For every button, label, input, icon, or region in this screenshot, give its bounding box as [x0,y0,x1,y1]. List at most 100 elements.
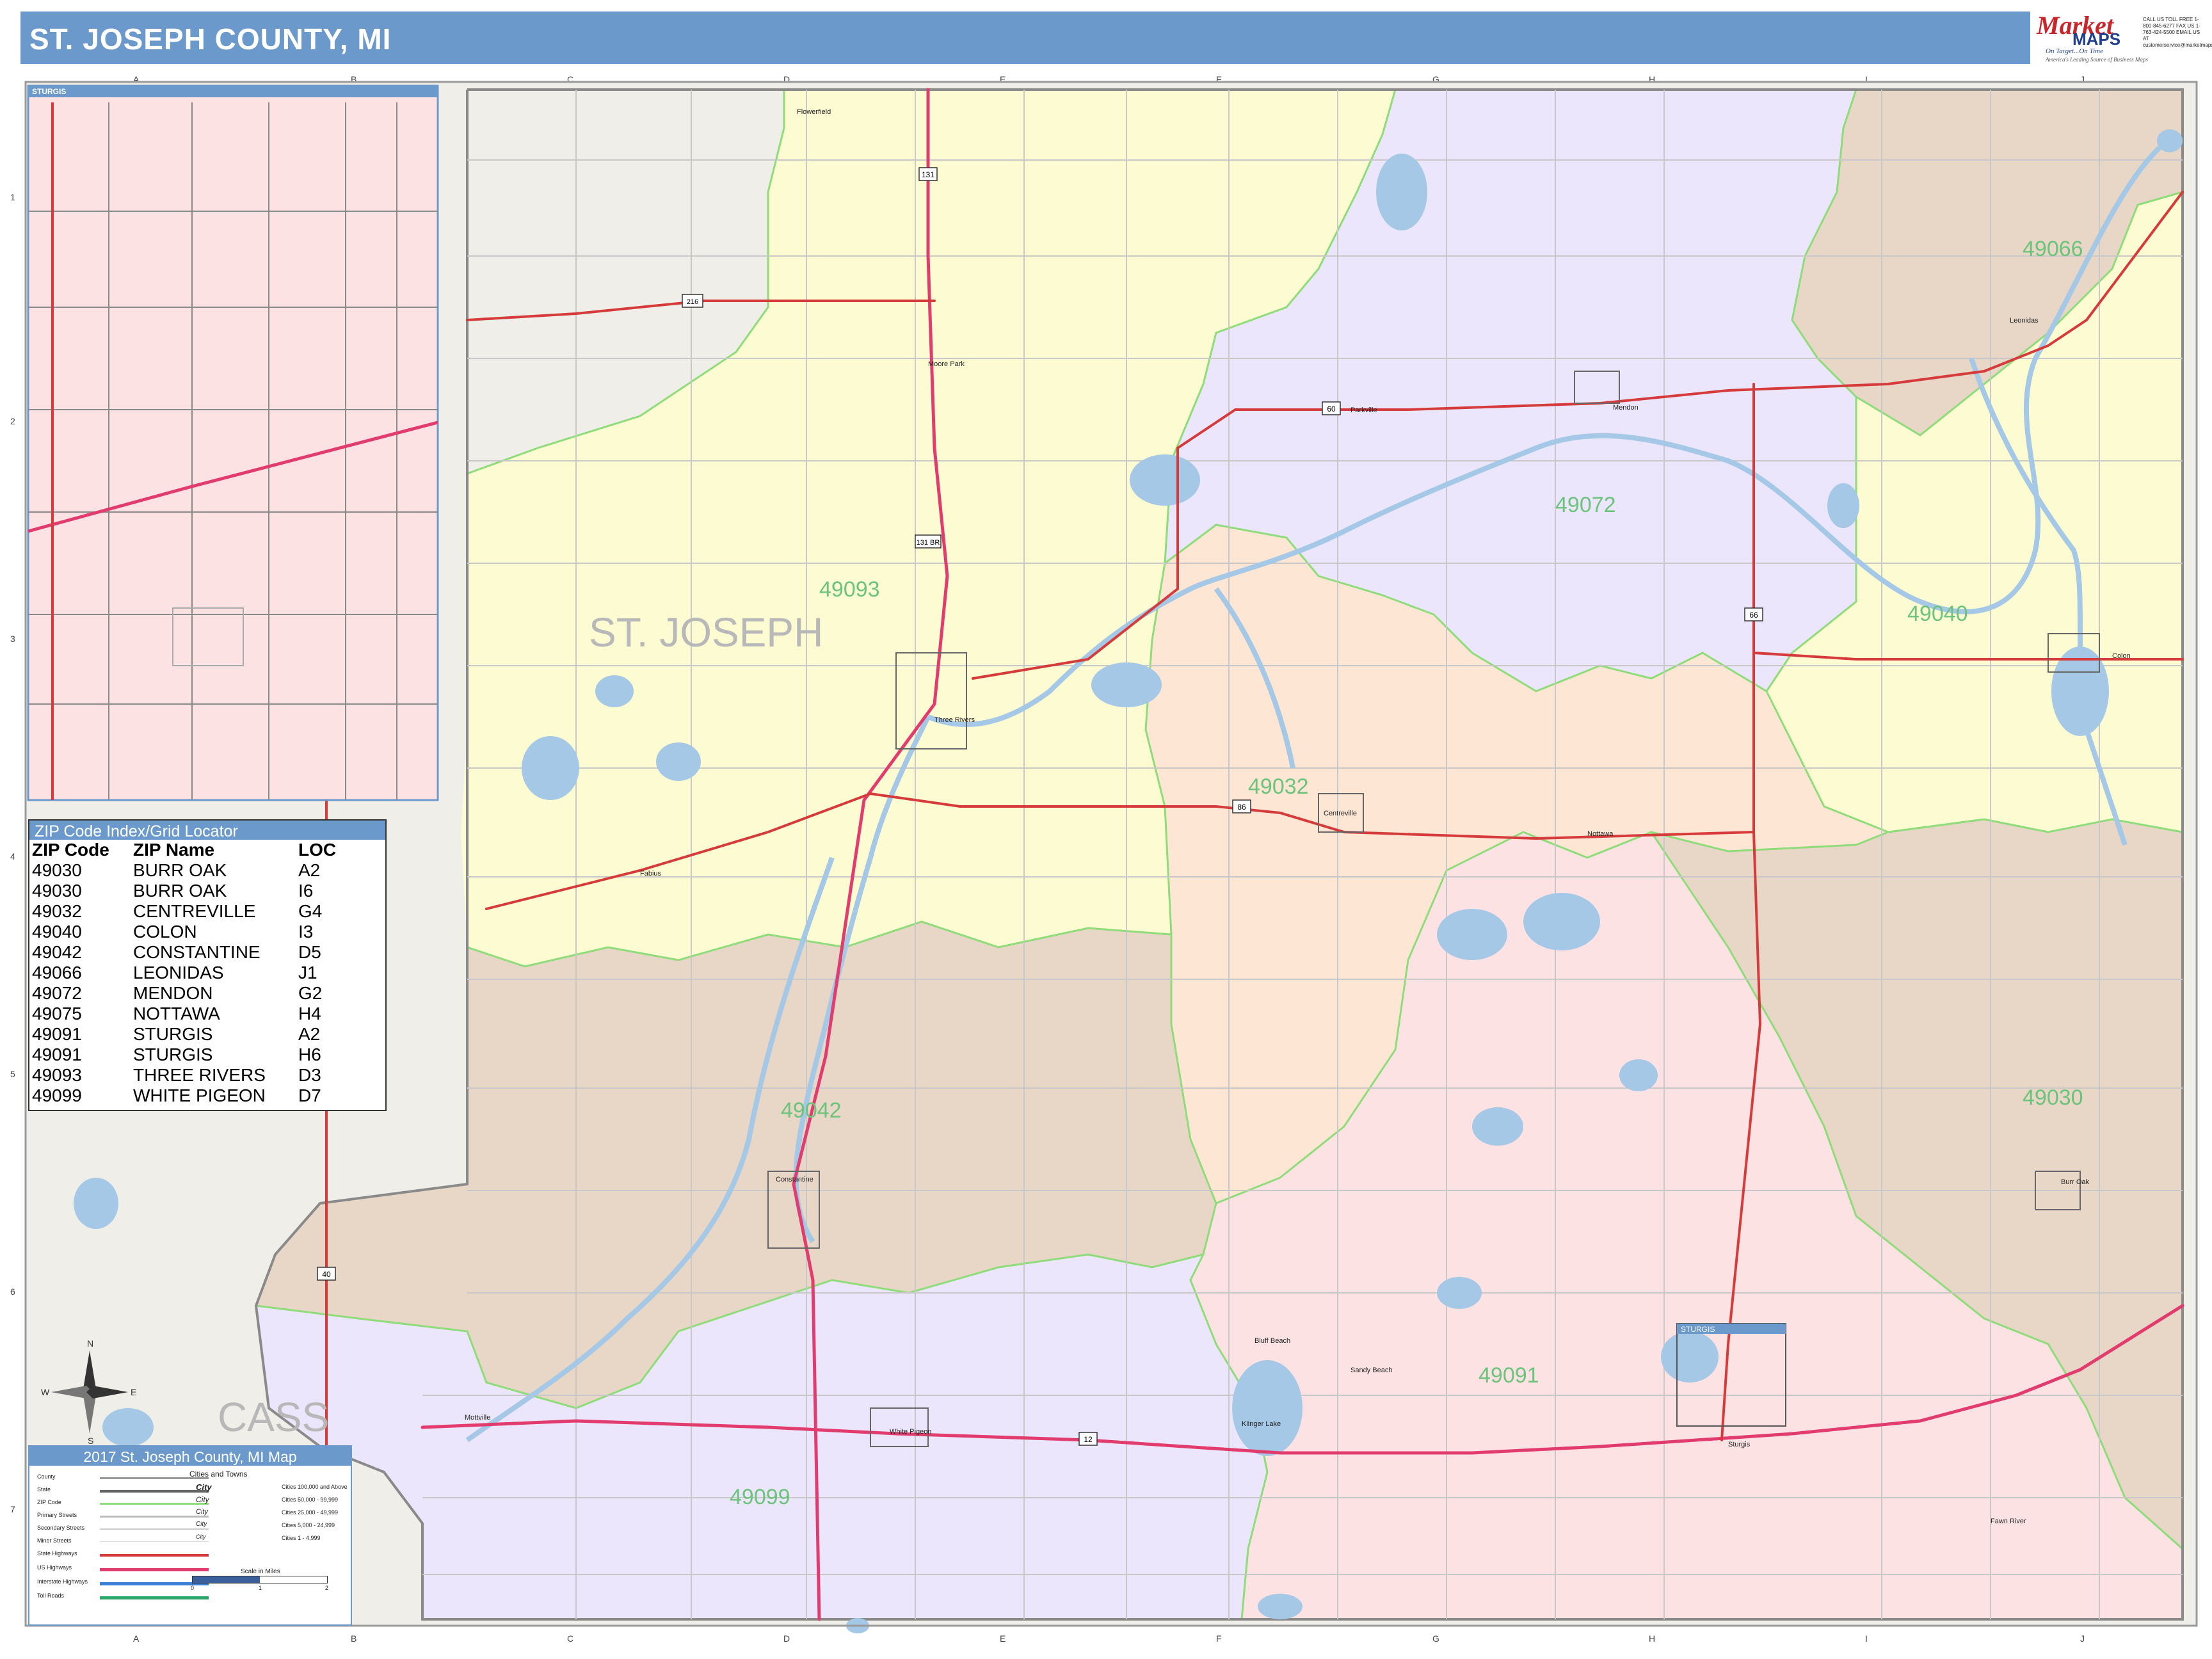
place-label: White Pigeon [890,1428,931,1436]
zip-label-49093: 49093 [819,577,880,602]
name-cell: NOTTAWA [133,1004,220,1023]
shield-66: 66 [1744,607,1763,621]
table-row: 49030 BURR OAK I6 [32,881,341,901]
table-row: 49040 COLON I3 [32,922,341,942]
legend-swatch-zip [100,1503,209,1505]
legend-item: Minor Streets [37,1537,72,1544]
legend-swatch-us-hwy [100,1568,209,1571]
legend-item: Toll Roads [37,1592,65,1599]
lake [1661,1331,1719,1382]
loc-cell: G4 [298,901,323,921]
zip-index-table: ZIP Code ZIP Name LOC 49030 BURR OAK A2 49… [32,840,341,1106]
legend-city-desc: Cities 1 - 4,999 [282,1535,321,1541]
name-cell: MENDON [133,983,213,1003]
lake [1258,1594,1302,1619]
inset-background [27,84,439,801]
col-header-zip: ZIP Code [32,840,109,860]
legend-city-desc: Cities 100,000 and Above [282,1484,348,1490]
legend-item: State Highways [37,1550,77,1557]
zip-cell: 49091 [32,1024,82,1044]
place-label: Constantine [776,1176,813,1183]
scale-tick: 2 [325,1585,329,1591]
zip-cell: 49030 [32,860,82,880]
zip-cell: 49072 [32,983,82,1003]
name-cell: THREE RIVERS [133,1065,266,1085]
legend-item: Interstate Highways [37,1578,88,1585]
loc-cell: H4 [298,1004,321,1023]
place-label: Burr Oak [2061,1178,2090,1186]
zip-index-header: ZIP Code Index/Grid Locator [29,821,385,840]
inset-title-bar: STURGIS [28,86,438,97]
name-cell: COLON [133,922,197,942]
place-label: Mendon [1613,404,1639,412]
scale-bar-segment [193,1576,260,1583]
zip-label-49040: 49040 [1907,602,1968,626]
place-label: Nottawa [1587,830,1614,838]
lake [1437,1277,1482,1309]
place-label: Centreville [1324,810,1357,817]
zip-label-49072: 49072 [1555,493,1616,517]
table-row: 49032 CENTREVILLE G4 [32,901,341,922]
legend-item: County [37,1473,56,1480]
shield-131: 131 [918,167,938,181]
sturgis-inset-map [27,84,439,801]
loc-cell: J1 [298,963,317,982]
lake [1437,909,1507,960]
loc-cell: A2 [298,1024,321,1044]
zip-label-49099: 49099 [730,1485,790,1509]
name-cell: CENTREVILLE [133,901,256,921]
table-row: 49099 WHITE PIGEON D7 [32,1086,341,1106]
legend-title: 2017 St. Joseph County, MI Map [83,1448,297,1465]
svg-text:86: 86 [1237,803,1246,812]
legend-item: ZIP Code [37,1499,61,1505]
name-cell: CONSTANTINE [133,942,260,962]
loc-cell: D7 [298,1086,321,1105]
zip-label-49030: 49030 [2023,1086,2083,1110]
legend-item: Primary Streets [37,1512,77,1518]
shield-216: 216 [682,294,703,308]
legend-city-desc: Cities 5,000 - 24,999 [282,1522,335,1528]
lake [1619,1059,1658,1091]
legend-city-size: City [196,1521,207,1528]
zip-cell: 49093 [32,1065,82,1085]
map-legend: 2017 St. Joseph County, MI Map County St… [28,1445,352,1626]
inset-title: STURGIS [32,87,67,96]
name-cell: LEONIDAS [133,963,224,982]
zip-cell: 49042 [32,942,82,962]
lake [595,675,634,707]
zip-label-49091: 49091 [1479,1363,1539,1388]
name-cell: STURGIS [133,1024,213,1044]
zip-cell: 49040 [32,922,82,942]
legend-city-desc: Cities 25,000 - 49,999 [282,1509,339,1516]
zip-label-49032: 49032 [1248,774,1309,799]
place-label: Leonidas [2010,317,2039,325]
place-label: Fabius [640,870,662,878]
zip-cell: 49091 [32,1045,82,1064]
lake [522,736,579,800]
legend-item: Secondary Streets [37,1525,85,1531]
table-row: 49093 THREE RIVERS D3 [32,1065,341,1086]
legend-swatch-state [100,1490,209,1493]
lake [1130,454,1200,506]
legend-city-size: City [196,1495,209,1504]
lake [1091,662,1162,707]
scale-bar [192,1576,328,1583]
county-label-st-joseph: ST. JOSEPH [589,609,823,655]
zip-index-header-row: ZIP Code ZIP Name LOC [32,840,341,860]
compass-w-label: W [41,1387,50,1397]
zip-label-49042: 49042 [781,1098,842,1123]
place-label: Fawn River [1991,1518,2026,1525]
zip-cell: 49030 [32,881,82,901]
table-row: 49030 BURR OAK A2 [32,860,341,881]
svg-text:131 BR: 131 BR [917,539,940,547]
place-label: Flowerfield [797,108,831,116]
table-row: 49075 NOTTAWA H4 [32,1004,341,1024]
legend-swatch-toll [100,1596,209,1599]
legend-item: State [37,1486,51,1493]
table-row: 49091 STURGIS H6 [32,1045,341,1065]
lake [656,742,701,781]
name-cell: STURGIS [133,1045,213,1064]
place-label: Colon [2112,652,2131,660]
legend-city-desc: Cities 50,000 - 99,999 [282,1496,339,1503]
legend-city-size: City [196,1508,208,1516]
